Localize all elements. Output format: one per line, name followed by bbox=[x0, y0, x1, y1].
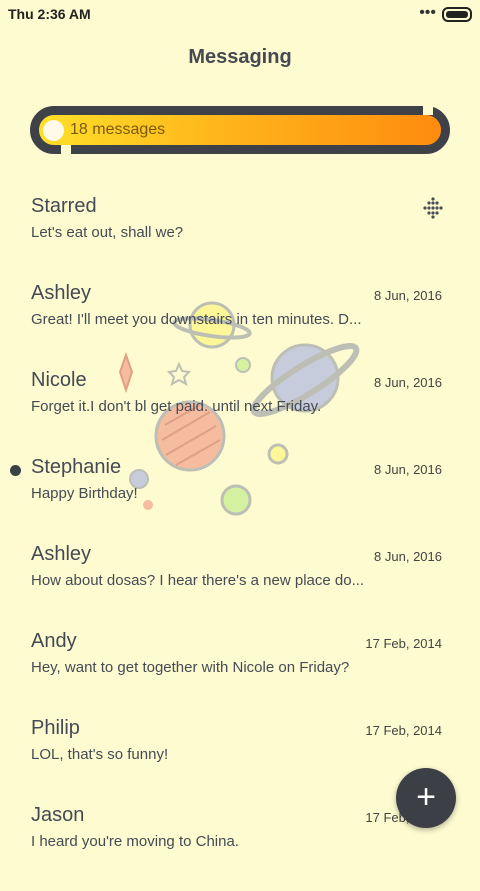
message-date: 17 Feb, 2014 bbox=[365, 636, 442, 651]
message-preview: I heard you're moving to China. bbox=[31, 833, 239, 850]
contact-name: Philip bbox=[31, 717, 80, 739]
contact-name: Ashley bbox=[31, 543, 92, 565]
conversation-item-starred[interactable]: Starred Let's eat out, shall we? bbox=[0, 195, 480, 282]
toggle-knob-icon bbox=[43, 120, 64, 141]
conversation-item[interactable]: Nicole 8 Jun, 2016 Forget it.I don't bl … bbox=[0, 369, 480, 456]
message-date: 8 Jun, 2016 bbox=[374, 288, 442, 303]
new-message-button[interactable]: + bbox=[396, 768, 456, 828]
message-preview: Great! I'll meet you downstairs in ten m… bbox=[31, 311, 362, 328]
conversation-item[interactable]: Andy 17 Feb, 2014 Hey, want to get toget… bbox=[0, 630, 480, 717]
page-title: Messaging bbox=[188, 46, 292, 68]
message-preview: LOL, that's so funny! bbox=[31, 746, 169, 763]
message-preview: Happy Birthday! bbox=[31, 485, 138, 502]
contact-name: Starred bbox=[31, 195, 97, 217]
more-dots-icon: ••• bbox=[419, 4, 436, 21]
conversation-item[interactable]: Ashley 8 Jun, 2016 Great! I'll meet you … bbox=[0, 282, 480, 369]
message-date: 8 Jun, 2016 bbox=[374, 549, 442, 564]
conversation-item[interactable]: Stephanie 8 Jun, 2016 Happy Birthday! bbox=[0, 456, 480, 543]
unread-dot-icon bbox=[10, 465, 21, 476]
message-count-label: 18 messages bbox=[70, 121, 166, 138]
contact-name: Jason bbox=[31, 804, 85, 826]
message-preview: Let's eat out, shall we? bbox=[31, 224, 184, 241]
contact-name: Ashley bbox=[31, 282, 92, 304]
contact-name: Stephanie bbox=[31, 456, 122, 478]
message-preview: How about dosas? I hear there's a new pl… bbox=[31, 572, 365, 589]
dot-grid-icon[interactable] bbox=[422, 197, 444, 219]
message-date: 8 Jun, 2016 bbox=[374, 375, 442, 390]
message-count-bar[interactable]: 18 messages bbox=[30, 106, 450, 154]
message-date: 8 Jun, 2016 bbox=[374, 462, 442, 477]
battery-icon bbox=[442, 7, 472, 22]
message-preview: Forget it.I don't bl get paid. until nex… bbox=[31, 398, 322, 415]
contact-name: Andy bbox=[31, 630, 77, 652]
message-date: 17 Feb, 2014 bbox=[365, 723, 442, 738]
status-time: Thu 2:36 AM bbox=[8, 6, 91, 22]
contact-name: Nicole bbox=[31, 369, 87, 391]
conversation-item[interactable]: Ashley 8 Jun, 2016 How about dosas? I he… bbox=[0, 543, 480, 630]
status-bar: Thu 2:36 AM ••• bbox=[0, 0, 480, 28]
message-preview: Hey, want to get together with Nicole on… bbox=[31, 659, 350, 676]
